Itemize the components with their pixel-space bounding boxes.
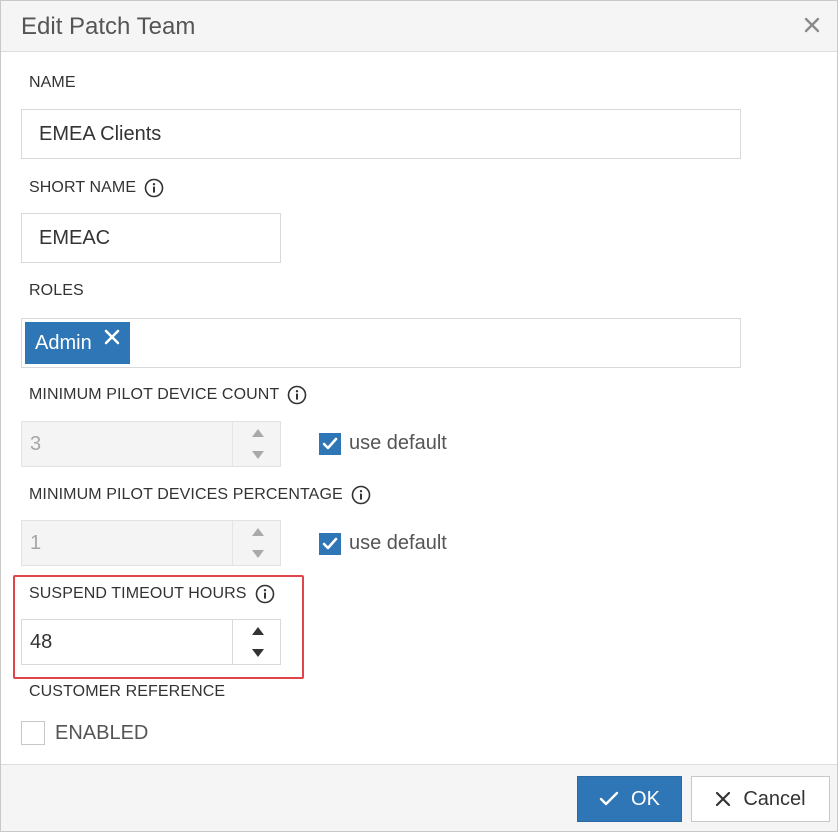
- increment-arrow-icon: [233, 521, 282, 543]
- suspend-timeout-hours-label-text: SUSPEND TIMEOUT HOURS: [29, 585, 247, 602]
- name-label: NAME: [29, 74, 76, 92]
- customer-reference-label-text: CUSTOMER REFERENCE: [29, 683, 226, 700]
- short-name-input-value: EMEAC: [39, 226, 111, 249]
- roles-label-text: ROLES: [29, 282, 84, 299]
- info-icon[interactable]: [287, 385, 307, 405]
- suspend-timeout-hours-label: SUSPEND TIMEOUT HOURS: [29, 584, 275, 604]
- min-pilot-device-count-label-text: MINIMUM PILOT DEVICE COUNT: [29, 386, 280, 403]
- suspend-timeout-hours-stepper[interactable]: 48: [21, 619, 281, 665]
- name-input-value: EMEA Clients: [39, 122, 162, 145]
- suspend-timeout-hours-value[interactable]: 48: [30, 620, 52, 664]
- decrement-arrow-icon: [233, 543, 282, 565]
- use-default-checkbox[interactable]: [319, 532, 341, 555]
- enabled-label: ENABLED: [55, 721, 149, 744]
- roles-multiselect[interactable]: Admin: [21, 318, 741, 368]
- spinner: [232, 620, 281, 664]
- info-icon[interactable]: [351, 485, 371, 505]
- dialog-footer: OK Cancel: [1, 764, 837, 831]
- min-pilot-device-count-label: MINIMUM PILOT DEVICE COUNT: [29, 385, 307, 405]
- min-pilot-device-count-value: 3: [30, 432, 42, 455]
- close-icon[interactable]: [799, 12, 825, 38]
- use-default-checkbox[interactable]: [319, 432, 341, 455]
- customer-reference-enabled[interactable]: ENABLED: [21, 721, 148, 745]
- increment-arrow-icon[interactable]: [233, 620, 282, 642]
- edit-patch-team-dialog: Edit Patch Team NAME EMEA Clients SHORT …: [0, 0, 838, 832]
- role-chip-label: Admin: [35, 331, 92, 354]
- min-pilot-devices-percentage-use-default[interactable]: use default: [319, 532, 447, 555]
- spinner: [232, 521, 281, 565]
- decrement-arrow-icon: [233, 444, 282, 466]
- roles-label: ROLES: [29, 282, 84, 300]
- info-icon[interactable]: [255, 584, 275, 604]
- info-icon[interactable]: [144, 178, 164, 198]
- min-pilot-devices-percentage-stepper: 1: [21, 520, 281, 566]
- cancel-button-label: Cancel: [743, 787, 806, 810]
- min-pilot-device-count-use-default[interactable]: use default: [319, 432, 447, 455]
- increment-arrow-icon: [233, 422, 282, 444]
- customer-reference-label: CUSTOMER REFERENCE: [29, 683, 225, 701]
- decrement-arrow-icon[interactable]: [233, 642, 282, 664]
- min-pilot-devices-percentage-label: MINIMUM PILOT DEVICES PERCENTAGE: [29, 485, 371, 505]
- check-icon: [599, 791, 619, 807]
- name-input[interactable]: EMEA Clients: [21, 109, 741, 159]
- cancel-button[interactable]: Cancel: [691, 776, 830, 822]
- name-label-text: NAME: [29, 74, 76, 91]
- short-name-label: SHORT NAME: [29, 178, 164, 198]
- ok-button-label: OK: [631, 787, 660, 810]
- remove-chip-icon[interactable]: [103, 328, 121, 346]
- min-pilot-devices-percentage-value: 1: [30, 531, 42, 554]
- use-default-label: use default: [349, 432, 447, 454]
- enabled-checkbox[interactable]: [21, 721, 45, 745]
- short-name-label-text: SHORT NAME: [29, 179, 137, 196]
- spinner: [232, 422, 281, 466]
- min-pilot-devices-percentage-label-text: MINIMUM PILOT DEVICES PERCENTAGE: [29, 486, 343, 503]
- min-pilot-device-count-stepper: 3: [21, 421, 281, 467]
- close-icon: [715, 791, 731, 807]
- short-name-input[interactable]: EMEAC: [21, 213, 281, 263]
- use-default-label: use default: [349, 532, 447, 554]
- role-chip-admin: Admin: [25, 322, 130, 364]
- ok-button[interactable]: OK: [577, 776, 682, 822]
- dialog-title: Edit Patch Team: [21, 13, 196, 40]
- dialog-header: Edit Patch Team: [1, 1, 837, 52]
